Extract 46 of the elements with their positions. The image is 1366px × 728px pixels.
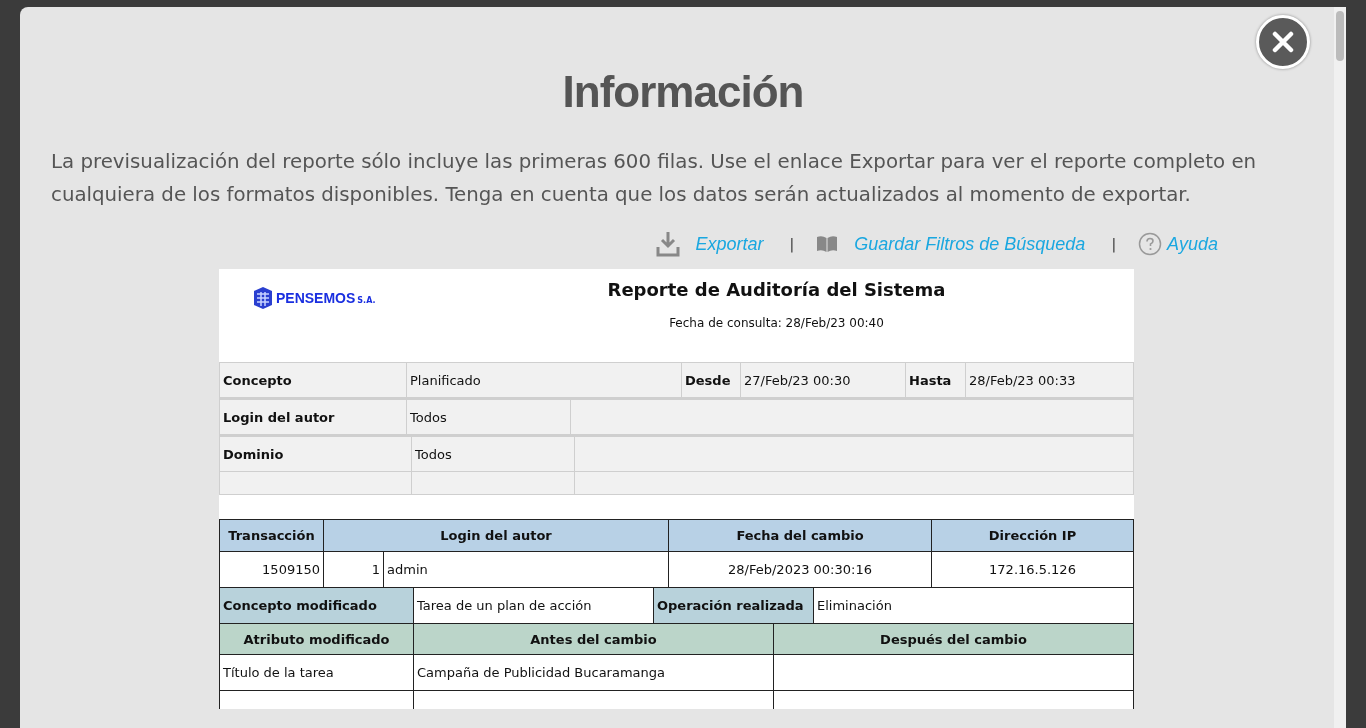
column-header: Login del autor: [323, 519, 669, 552]
query-date: Fecha de consulta: 28/Feb/23 00:40: [668, 316, 885, 330]
table-cell: 28/Feb/23 00:33: [965, 362, 1134, 398]
download-icon: [655, 231, 680, 257]
separator: |: [789, 236, 795, 252]
table-cell: Todos: [406, 399, 571, 435]
table-cell: 27/Feb/23 00:30: [740, 362, 906, 398]
table-cell: 172.16.5.126: [931, 551, 1134, 588]
book-icon: [816, 235, 839, 253]
table-cell: Eliminación: [813, 588, 1134, 624]
table-cell: 1509150: [219, 551, 324, 588]
table-cell: Campaña de Publicidad Bucaramanga: [413, 654, 774, 691]
table-cell: admin: [383, 551, 669, 588]
scrollbar[interactable]: [1334, 7, 1346, 728]
table-cell: Planificado: [406, 362, 682, 398]
column-header: Transacción: [219, 519, 324, 552]
table-cell: Tarea de un plan de acción: [413, 588, 654, 624]
dialog-message: La previsualización del reporte sólo incluye las primeras 600 filas. Use el enlace Exportar para ver el reporte completo en cualquiera de los formatos disponibles. Tenga en cuenta que los datos serán actualizados al momento de exportar.: [51, 149, 1258, 208]
table-cell: 1: [323, 551, 384, 588]
action-link[interactable]: Exportar: [695, 233, 764, 255]
table-cell: Todos: [411, 436, 575, 472]
logo-icon: [252, 286, 274, 310]
close-button[interactable]: [1256, 15, 1310, 69]
table-cell: Hasta: [905, 362, 966, 398]
table-cell: Título de la tarea: [219, 654, 414, 691]
table-cell: Desde: [681, 362, 741, 398]
logo-text: PENSEMOS: [276, 290, 356, 306]
close-icon: [1272, 31, 1294, 53]
table-cell: Concepto modificado: [219, 588, 414, 624]
table-cell: Login del autor: [219, 399, 407, 435]
report-title: Reporte de Auditoría del Sistema: [606, 279, 947, 300]
dialog-title: Información: [561, 67, 805, 117]
column-header: Antes del cambio: [413, 624, 774, 655]
column-header: Dirección IP: [931, 519, 1134, 552]
table-cell: Operación realizada: [653, 588, 814, 624]
column-header: Después del cambio: [773, 624, 1134, 655]
action-link[interactable]: Ayuda: [1167, 233, 1218, 255]
column-header: Fecha del cambio: [668, 519, 932, 552]
separator: |: [1111, 236, 1117, 252]
help-icon: [1138, 232, 1163, 256]
table-cell: Concepto: [219, 362, 407, 398]
table-cell: 28/Feb/2023 00:30:16: [668, 551, 932, 588]
logo-suffix: S.A.: [357, 295, 376, 305]
action-link[interactable]: Guardar Filtros de Búsqueda: [854, 233, 1086, 255]
column-header: Atributo modificado: [219, 624, 414, 655]
table-cell: Dominio: [219, 436, 412, 472]
